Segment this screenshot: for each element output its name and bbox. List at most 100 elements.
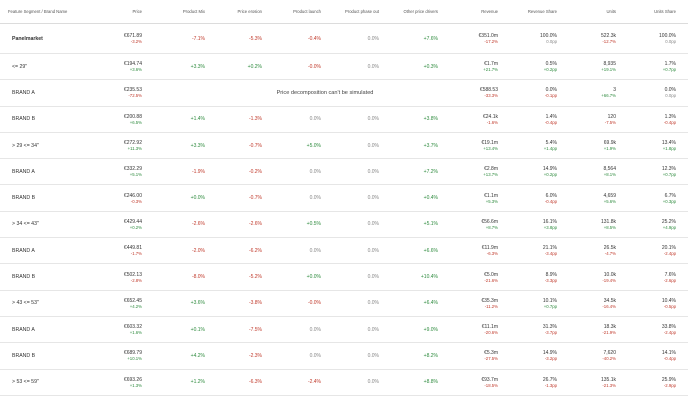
revenue-cell: €35.3m -11.2% — [458, 291, 498, 316]
units-share-cell: 12.3% +0.7pp — [635, 159, 676, 184]
launch-cell: -2.4% — [307, 379, 321, 386]
launch-cell: 0.0% — [309, 195, 321, 202]
units-share-cell: 33.8% -2.4pp — [635, 317, 676, 342]
revenue-cell-change: +5.3% — [485, 198, 498, 204]
units-share-cell-change: -0.4pp — [663, 356, 676, 362]
price-cell-change: +5.1% — [129, 172, 142, 178]
table-row[interactable]: BRAND B €246.00 -0.3% +0.0% -0.7% 0.0% 0.0% +0.… — [0, 185, 688, 212]
mix-cell: -1.9% — [191, 168, 205, 175]
phase-cell: 0.0% — [367, 168, 379, 175]
launch-cell: 0.0% — [309, 326, 321, 333]
table-row[interactable]: BRAND A €332.29 +5.1% -1.9% -0.2% 0.0% 0.0% +7.… — [0, 159, 688, 186]
table-row[interactable]: > 34 <= 43" €429.44 +0.2% -2.6% -2.6% +0.5% 0.… — [0, 211, 688, 239]
price-cell: €652.45 +4.2% — [110, 291, 142, 316]
revenue-share-cell-change: -0.1pp — [544, 93, 557, 99]
mix-cell: +0.0% — [190, 195, 205, 202]
header-price-erosion[interactable]: Price erosion — [218, 0, 262, 23]
units-cell-change: -7.5% — [604, 119, 616, 125]
revenue-share-cell-change: -3.2pp — [544, 356, 557, 362]
table-row[interactable]: Panelmarket €671.89 -3.2% -7.1% -5.3% -0.4% 0.… — [0, 24, 688, 54]
table-row[interactable]: > 29 <= 34" €272.92 +11.3% +3.3% -0.7% +5.0% 0… — [0, 132, 688, 160]
table-row[interactable]: BRAND B €200.88 +6.5% +1.4% -1.3% 0.0% 0.0% +3.… — [0, 106, 688, 133]
units-share-cell-change: +0.3pp — [662, 198, 676, 204]
launch-cell: +0.0% — [306, 274, 321, 281]
table-row[interactable]: > 43 <= 53" €652.45 +4.2% +3.6% -3.8% -0.0% 0.… — [0, 290, 688, 317]
header-product-mix[interactable]: Product Mix — [160, 0, 205, 23]
revenue-cell-change: -18.5% — [484, 382, 498, 388]
revenue-share-cell: 14.9% +0.2pp — [515, 159, 557, 184]
table-row[interactable]: BRAND A €235.53 -72.5% Price decomposition … — [0, 80, 688, 107]
mix-cell: +3.3% — [190, 63, 205, 70]
units-share-cell-change: +0.7pp — [662, 67, 676, 73]
header-units[interactable]: Units — [575, 0, 616, 23]
mix-cell: -7.1% — [191, 35, 205, 42]
revenue-cell: €93.7m -18.5% — [458, 370, 498, 395]
units-cell: 69.9k +1.9% — [575, 133, 616, 158]
revenue-cell: €24.1k -1.6% — [458, 107, 498, 132]
table-row[interactable]: > 53 <= 59" €693.26 +1.3% +1.2% -6.3% -2.4% 0.… — [0, 369, 688, 396]
revenue-share-cell-change: +1.4pp — [543, 146, 557, 152]
table-row[interactable]: BRAND A €449.81 -1.7% -2.0% -6.2% 0.0% 0.0% +6.… — [0, 238, 688, 265]
units-share-cell: 1.7% +0.7pp — [635, 54, 676, 79]
table-row[interactable]: BRAND A €603.32 +1.6% +0.1% -7.5% 0.0% 0.0% +9.… — [0, 316, 688, 344]
other-cell: +0.4% — [423, 195, 438, 202]
units-share-cell-change: -0.5pp — [663, 303, 676, 309]
row-name: BRAND B — [12, 274, 36, 281]
revenue-cell-change: +13.7% — [483, 172, 498, 178]
other-cell: +5.1% — [423, 221, 438, 228]
table-row[interactable]: BRAND B €502.13 -2.8% -8.0% -5.2% +0.0% 0.0% +1… — [0, 264, 688, 291]
revenue-cell-change: +8.7% — [485, 224, 498, 230]
other-cell: +9.0% — [423, 326, 438, 333]
price-cell-change: -72.5% — [128, 93, 142, 99]
revenue-cell: €1.1m +5.3% — [458, 185, 498, 210]
row-name: BRAND A — [12, 168, 35, 175]
header-other-drivers[interactable]: Other price drivers — [386, 0, 438, 23]
erosion-cell: -5.3% — [248, 35, 262, 42]
erosion-cell: -5.2% — [248, 274, 262, 281]
table-row[interactable]: <= 29" €194.74 +3.6% +3.3% +0.2% -0.0% 0.0% +0.… — [0, 54, 688, 81]
erosion-cell: -0.2% — [248, 168, 262, 175]
price-cell: €689.79 +10.1% — [110, 343, 142, 368]
price-cell: €332.29 +5.1% — [110, 159, 142, 184]
launch-cell: +5.0% — [306, 142, 321, 149]
revenue-cell-change: -27.5% — [484, 356, 498, 362]
header-units-share[interactable]: Units Share — [635, 0, 676, 23]
revenue-cell-change: -17.2% — [484, 39, 498, 44]
erosion-cell: -0.7% — [248, 195, 262, 202]
other-cell: +7.2% — [423, 168, 438, 175]
erosion-cell: -3.8% — [248, 300, 262, 307]
table-row[interactable]: BRAND B €689.79 +10.1% +4.2% -2.3% 0.0% 0.0% +8… — [0, 343, 688, 370]
header-revenue-share[interactable]: Revenue Share — [515, 0, 557, 23]
price-cell-change: -3.2% — [130, 39, 142, 44]
price-cell-change: +1.6% — [129, 330, 142, 336]
price-cell: €502.13 -2.8% — [110, 264, 142, 289]
units-share-cell: 6.7% +0.3pp — [635, 185, 676, 210]
revenue-share-cell-change: +3.8pp — [543, 224, 557, 230]
erosion-cell: -0.7% — [248, 142, 262, 149]
header-name[interactable]: Feature Segment / Brand Name — [0, 0, 120, 23]
revenue-cell: €2.8m +13.7% — [458, 159, 498, 184]
row-name: > 34 <= 43" — [12, 221, 39, 228]
other-cell: +10.4% — [420, 274, 438, 281]
revenue-share-cell-change: -0.4pp — [544, 198, 557, 204]
phase-cell: 0.0% — [367, 116, 379, 123]
units-share-cell-change: -2.4pp — [663, 330, 676, 336]
launch-cell: 0.0% — [309, 116, 321, 123]
other-cell: +7.6% — [423, 35, 438, 42]
header-product-phase-out[interactable]: Product phase out — [326, 0, 379, 23]
header-product-launch[interactable]: Product launch — [272, 0, 321, 23]
units-share-cell-change: +4.9pp — [662, 224, 676, 230]
header-revenue[interactable]: Revenue — [458, 0, 498, 23]
launch-cell: -0.0% — [307, 300, 321, 307]
units-share-cell: 13.4% +1.8pp — [635, 133, 676, 158]
mix-cell: +0.1% — [190, 326, 205, 333]
phase-cell: 0.0% — [367, 142, 379, 149]
revenue-share-cell-change: -0.4pp — [544, 119, 557, 125]
units-cell-change: +1.9% — [603, 146, 616, 152]
phase-cell: 0.0% — [367, 63, 379, 70]
revenue-cell: €19.1m +13.4% — [458, 133, 498, 158]
header-price[interactable]: Price — [110, 0, 142, 23]
phase-cell: 0.0% — [367, 221, 379, 228]
units-share-cell-change: 0.0pp — [665, 93, 676, 99]
units-cell-change: -40.2% — [602, 356, 616, 362]
